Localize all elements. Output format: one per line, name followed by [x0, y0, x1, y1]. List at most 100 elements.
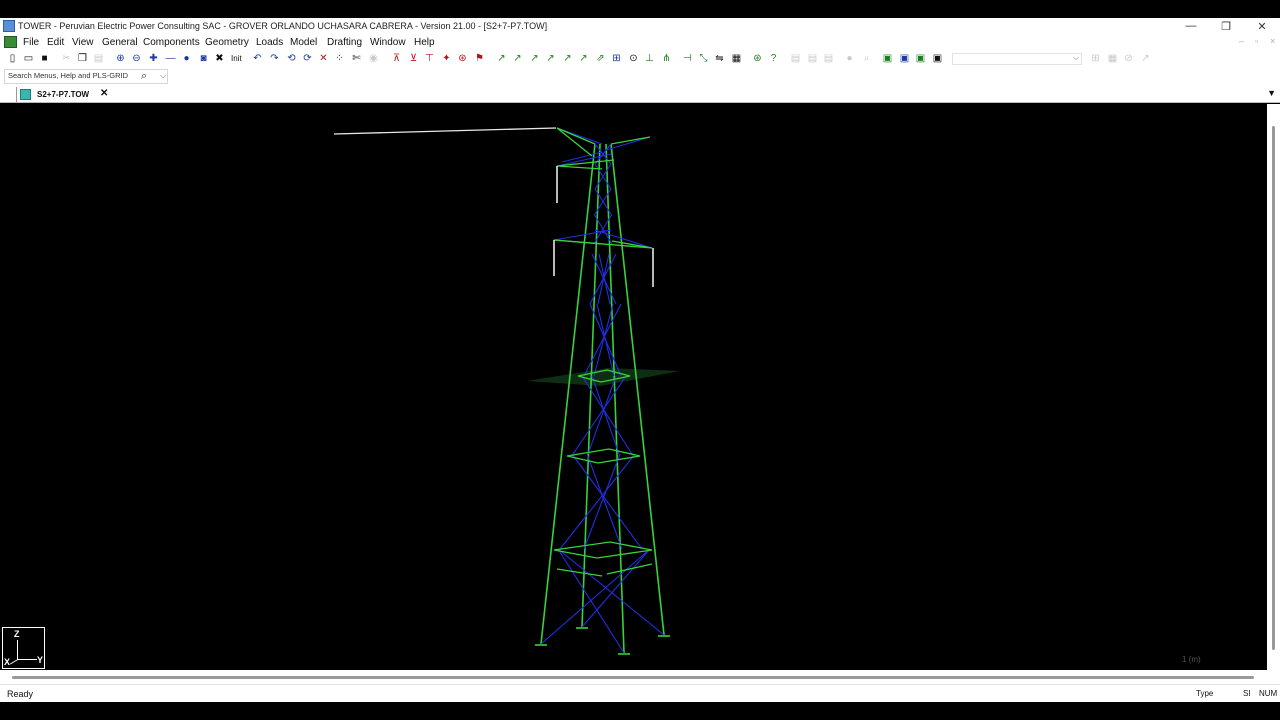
horizontal-scroll-thumb[interactable] — [12, 676, 1254, 679]
grid-1-icon[interactable]: ⊞ — [1089, 52, 1102, 65]
search-icon[interactable]: ⌕ — [141, 70, 147, 83]
wire-tool-icon[interactable]: ⤡ — [697, 52, 710, 65]
joint-tool-3-icon[interactable]: ⊥ — [643, 52, 656, 65]
member-tool-6-icon[interactable]: ↗ — [577, 52, 590, 65]
report-2-icon[interactable]: ▤ — [806, 52, 819, 65]
rotate-right-icon[interactable]: ↷ — [268, 52, 281, 65]
menu-view[interactable]: View — [72, 37, 94, 48]
report-1-icon[interactable]: ▤ — [789, 52, 802, 65]
tower-load-5-icon[interactable]: ⊛ — [456, 52, 469, 65]
tower-crossarms — [553, 127, 653, 577]
search-dropdown-icon[interactable]: ⌵ — [160, 71, 166, 81]
tower-3d-viewport[interactable] — [2, 104, 1267, 670]
results-2-icon[interactable]: ▣ — [898, 52, 911, 65]
menu-loads[interactable]: Loads — [256, 37, 283, 48]
joint-tool-2-icon[interactable]: ⊙ — [627, 52, 640, 65]
zoom-extents-icon[interactable]: ✖ — [213, 52, 226, 65]
grid-2-icon[interactable]: ▦ — [1106, 52, 1119, 65]
document-system-menu-icon[interactable] — [4, 36, 17, 48]
menu-help[interactable]: Help — [414, 37, 435, 48]
chevron-down-icon: ⌵ — [1072, 53, 1079, 62]
menu-geometry[interactable]: Geometry — [205, 37, 249, 48]
joint-tool-4-icon[interactable]: ⋔ — [660, 52, 673, 65]
mdi-close-button[interactable]: × — [1270, 36, 1275, 46]
close-button[interactable]: ✕ — [1252, 20, 1272, 33]
rotate-down-icon[interactable]: ⟳ — [301, 52, 314, 65]
tab-overflow-icon[interactable]: ▼ — [1267, 88, 1276, 98]
axis-y-label: Y — [37, 655, 44, 665]
axis-triad: Z X Y — [2, 627, 45, 669]
vertical-scrollbar[interactable] — [1267, 104, 1280, 670]
tower-load-icon[interactable]: ⊼ — [390, 52, 403, 65]
line-icon[interactable]: — — [164, 52, 177, 65]
copy-icon[interactable]: ❐ — [76, 52, 89, 65]
zoom-previous-icon[interactable]: ● — [180, 52, 193, 65]
check-tool-icon[interactable]: ⊛ — [751, 52, 764, 65]
zoom-out-icon[interactable]: ⊖ — [130, 52, 143, 65]
status-bar: Ready Type SI NUM — [0, 684, 1280, 702]
restore-button[interactable]: ❐ — [1216, 20, 1236, 33]
tower-file-icon — [20, 89, 31, 100]
tab-document[interactable]: S2+7-P7.TOW ✕ — [16, 87, 112, 102]
toolbar-combo[interactable]: ⌵ — [952, 53, 1082, 65]
open-folder-icon[interactable]: ▭ — [22, 52, 35, 65]
insulator-tool-icon[interactable]: ⊣ — [681, 52, 694, 65]
results-1-icon[interactable]: ▣ — [881, 52, 894, 65]
grid-4-icon[interactable]: ↗ — [1139, 52, 1152, 65]
search-input[interactable]: Search Menus, Help and PLS-GRID ⌕ ⌵ — [4, 69, 168, 84]
mdi-restore-button[interactable]: ▫ — [1255, 36, 1258, 46]
grid-3-icon[interactable]: ⊘ — [1122, 52, 1135, 65]
zoom-in-icon[interactable]: ⊕ — [114, 52, 127, 65]
init-view-button[interactable]: Init — [231, 52, 242, 65]
scale-readout: 1 (m) — [1182, 655, 1201, 664]
results-4-icon[interactable]: ▣ — [931, 52, 944, 65]
member-tool-4-icon[interactable]: ↗ — [544, 52, 557, 65]
render-icon[interactable]: ● — [843, 52, 856, 65]
rotate-left-icon[interactable]: ↶ — [251, 52, 264, 65]
member-tool-5-icon[interactable]: ↗ — [561, 52, 574, 65]
report-3-icon[interactable]: ▤ — [822, 52, 835, 65]
menu-file[interactable]: File — [23, 37, 39, 48]
window-title-bar: TOWER - Peruvian Electric Power Consulti… — [0, 18, 1280, 35]
horizontal-scrollbar[interactable] — [0, 670, 1280, 684]
search-placeholder: Search Menus, Help and PLS-GRID — [8, 71, 129, 80]
reset-rotation-icon[interactable]: ✕ — [317, 52, 330, 65]
mdi-minimize-button[interactable]: – — [1239, 36, 1244, 46]
connect-tool-icon[interactable]: ⇋ — [713, 52, 726, 65]
member-tool-3-icon[interactable]: ↗ — [528, 52, 541, 65]
member-tool-2-icon[interactable]: ↗ — [511, 52, 524, 65]
menu-model[interactable]: Model — [290, 37, 317, 48]
minimize-button[interactable]: — — [1181, 20, 1201, 32]
save-icon[interactable]: ■ — [38, 52, 51, 65]
paste-icon[interactable]: ▤ — [92, 52, 105, 65]
new-file-icon[interactable]: ▯ — [6, 52, 19, 65]
status-type[interactable]: Type — [1196, 689, 1213, 698]
help-tool-icon[interactable]: ? — [767, 52, 780, 65]
vertical-scroll-thumb[interactable] — [1272, 126, 1275, 650]
menu-window[interactable]: Window — [370, 37, 406, 48]
zoom-window-icon[interactable]: ◙ — [197, 52, 210, 65]
view-disabled-icon[interactable]: ◉ — [367, 52, 380, 65]
tower-load-6-icon[interactable]: ⚑ — [473, 52, 486, 65]
results-3-icon[interactable]: ▣ — [914, 52, 927, 65]
close-tab-icon[interactable]: ✕ — [100, 88, 108, 99]
member-tool-1-icon[interactable]: ↗ — [495, 52, 508, 65]
axis-z-label: Z — [14, 629, 20, 639]
cut-icon[interactable]: ✂ — [60, 52, 73, 65]
joint-tool-1-icon[interactable]: ⊞ — [610, 52, 623, 65]
view-cut-icon[interactable]: ✄ — [350, 52, 363, 65]
tower-load-4-icon[interactable]: ✦ — [440, 52, 453, 65]
menu-components[interactable]: Components — [143, 37, 200, 48]
rotate-up-icon[interactable]: ⟲ — [285, 52, 298, 65]
pan-icon[interactable]: ✚ — [147, 52, 160, 65]
tower-load-3-icon[interactable]: ⊤ — [423, 52, 436, 65]
inspect-icon[interactable]: ⌕ — [860, 52, 873, 65]
member-tool-7-icon[interactable]: ⇗ — [594, 52, 607, 65]
menu-edit[interactable]: Edit — [47, 37, 64, 48]
layout-tool-icon[interactable]: ▦ — [730, 52, 743, 65]
tower-model-drawing — [333, 127, 680, 655]
tower-load-2-icon[interactable]: ⊻ — [407, 52, 420, 65]
menu-drafting[interactable]: Drafting — [327, 37, 362, 48]
menu-general[interactable]: General — [102, 37, 138, 48]
view-3d-icon[interactable]: ⁘ — [333, 52, 346, 65]
